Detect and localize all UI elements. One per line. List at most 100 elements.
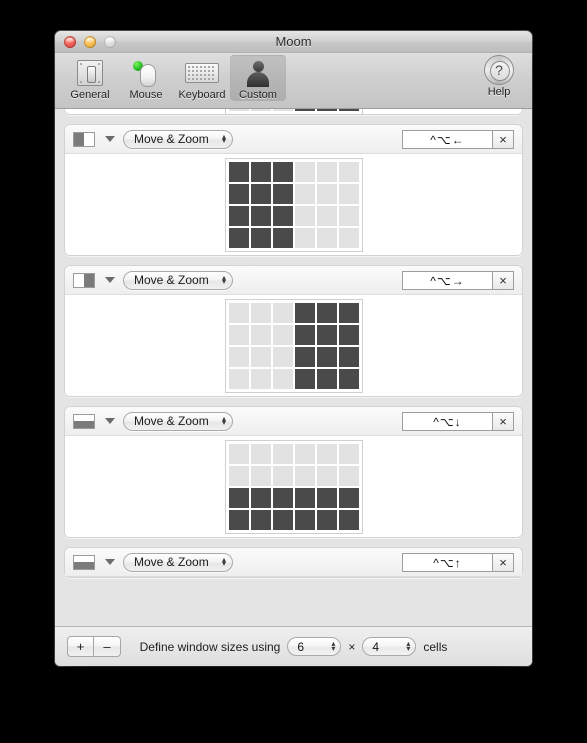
- grid-cell[interactable]: [250, 368, 271, 389]
- grid-cell[interactable]: [316, 205, 337, 226]
- shortcut-field[interactable]: ^⌥↑: [402, 553, 492, 572]
- grid-cell[interactable]: [250, 509, 271, 530]
- grid-cell[interactable]: [272, 443, 293, 464]
- grid-cell[interactable]: [338, 227, 359, 248]
- shortcut-field[interactable]: ^⌥←: [402, 130, 492, 149]
- grid-cell[interactable]: [228, 205, 249, 226]
- grid-cell[interactable]: [316, 302, 337, 323]
- grid-cell[interactable]: [338, 443, 359, 464]
- grid-cell[interactable]: [316, 509, 337, 530]
- grid-cell[interactable]: [228, 368, 249, 389]
- window-size-grid[interactable]: [224, 109, 363, 115]
- grid-cell[interactable]: [316, 227, 337, 248]
- grid-cell[interactable]: [250, 487, 271, 508]
- grid-cell[interactable]: [272, 487, 293, 508]
- grid-cell[interactable]: [272, 302, 293, 323]
- grid-cell[interactable]: [294, 465, 315, 486]
- grid-cell[interactable]: [272, 183, 293, 204]
- toolbar-item-general[interactable]: General: [62, 55, 118, 101]
- action-popup-button[interactable]: Move & Zoom ▴ ▾: [123, 129, 233, 149]
- grid-cell[interactable]: [294, 183, 315, 204]
- grid-cell[interactable]: [294, 161, 315, 182]
- grid-cell[interactable]: [338, 109, 359, 111]
- grid-cell[interactable]: [228, 509, 249, 530]
- grid-cell[interactable]: [316, 368, 337, 389]
- grid-cell[interactable]: [316, 161, 337, 182]
- grid-cell[interactable]: [228, 443, 249, 464]
- grid-cell[interactable]: [338, 324, 359, 345]
- grid-cell[interactable]: [250, 443, 271, 464]
- custom-controls-scroll-area[interactable]: Move & Zoom ▴ ▾ ^⌥← × Move & Zoom ▴ ▾ ^⌥→ × Move &…: [55, 109, 532, 626]
- window-size-grid[interactable]: [224, 439, 363, 534]
- remove-control-button[interactable]: –: [94, 636, 121, 657]
- grid-cell[interactable]: [294, 227, 315, 248]
- grid-cell[interactable]: [272, 368, 293, 389]
- grid-cell[interactable]: [338, 205, 359, 226]
- grid-cell[interactable]: [272, 509, 293, 530]
- grid-cell[interactable]: [338, 302, 359, 323]
- window-size-grid[interactable]: [224, 157, 363, 252]
- grid-cell[interactable]: [338, 368, 359, 389]
- disclosure-triangle-icon[interactable]: [105, 136, 115, 142]
- grid-cell[interactable]: [250, 227, 271, 248]
- grid-cell[interactable]: [316, 465, 337, 486]
- grid-cell[interactable]: [228, 109, 249, 111]
- grid-cell[interactable]: [316, 109, 337, 111]
- grid-cell[interactable]: [272, 324, 293, 345]
- columns-stepper[interactable]: 6 ▴ ▾: [287, 637, 342, 656]
- disclosure-triangle-icon[interactable]: [105, 277, 115, 283]
- grid-cell[interactable]: [294, 509, 315, 530]
- grid-cell[interactable]: [228, 183, 249, 204]
- add-control-button[interactable]: +: [67, 636, 94, 657]
- toolbar-item-help[interactable]: ? Help: [474, 55, 524, 98]
- grid-cell[interactable]: [294, 487, 315, 508]
- grid-cell[interactable]: [294, 205, 315, 226]
- grid-cell[interactable]: [250, 183, 271, 204]
- grid-cell[interactable]: [316, 443, 337, 464]
- grid-cell[interactable]: [250, 161, 271, 182]
- rows-stepper[interactable]: 4 ▴ ▾: [362, 637, 417, 656]
- grid-cell[interactable]: [272, 109, 293, 111]
- grid-cell[interactable]: [338, 509, 359, 530]
- grid-cell[interactable]: [250, 302, 271, 323]
- disclosure-triangle-icon[interactable]: [105, 559, 115, 565]
- grid-cell[interactable]: [316, 487, 337, 508]
- shortcut-field[interactable]: ^⌥→: [402, 271, 492, 290]
- grid-cell[interactable]: [228, 324, 249, 345]
- grid-cell[interactable]: [228, 346, 249, 367]
- clear-shortcut-button[interactable]: ×: [492, 130, 514, 149]
- disclosure-triangle-icon[interactable]: [105, 418, 115, 424]
- clear-shortcut-button[interactable]: ×: [492, 271, 514, 290]
- grid-cell[interactable]: [294, 346, 315, 367]
- grid-cell[interactable]: [316, 183, 337, 204]
- grid-cell[interactable]: [272, 161, 293, 182]
- grid-cell[interactable]: [316, 346, 337, 367]
- grid-cell[interactable]: [338, 183, 359, 204]
- grid-cell[interactable]: [228, 227, 249, 248]
- grid-cell[interactable]: [294, 443, 315, 464]
- grid-cell[interactable]: [228, 487, 249, 508]
- grid-cell[interactable]: [338, 465, 359, 486]
- grid-cell[interactable]: [294, 324, 315, 345]
- grid-cell[interactable]: [250, 324, 271, 345]
- window-size-grid[interactable]: [224, 298, 363, 393]
- grid-cell[interactable]: [294, 109, 315, 111]
- grid-cell[interactable]: [250, 465, 271, 486]
- grid-cell[interactable]: [338, 346, 359, 367]
- grid-cell[interactable]: [228, 302, 249, 323]
- toolbar-item-mouse[interactable]: Mouse: [118, 55, 174, 101]
- action-popup-button[interactable]: Move & Zoom ▴ ▾: [123, 552, 233, 572]
- grid-cell[interactable]: [250, 205, 271, 226]
- grid-cell[interactable]: [316, 324, 337, 345]
- grid-cell[interactable]: [272, 227, 293, 248]
- shortcut-field[interactable]: ^⌥↓: [402, 412, 492, 431]
- clear-shortcut-button[interactable]: ×: [492, 553, 514, 572]
- grid-cell[interactable]: [294, 302, 315, 323]
- grid-cell[interactable]: [272, 346, 293, 367]
- action-popup-button[interactable]: Move & Zoom ▴ ▾: [123, 270, 233, 290]
- grid-cell[interactable]: [338, 487, 359, 508]
- toolbar-item-keyboard[interactable]: Keyboard: [174, 55, 230, 101]
- grid-cell[interactable]: [250, 109, 271, 111]
- clear-shortcut-button[interactable]: ×: [492, 412, 514, 431]
- grid-cell[interactable]: [338, 161, 359, 182]
